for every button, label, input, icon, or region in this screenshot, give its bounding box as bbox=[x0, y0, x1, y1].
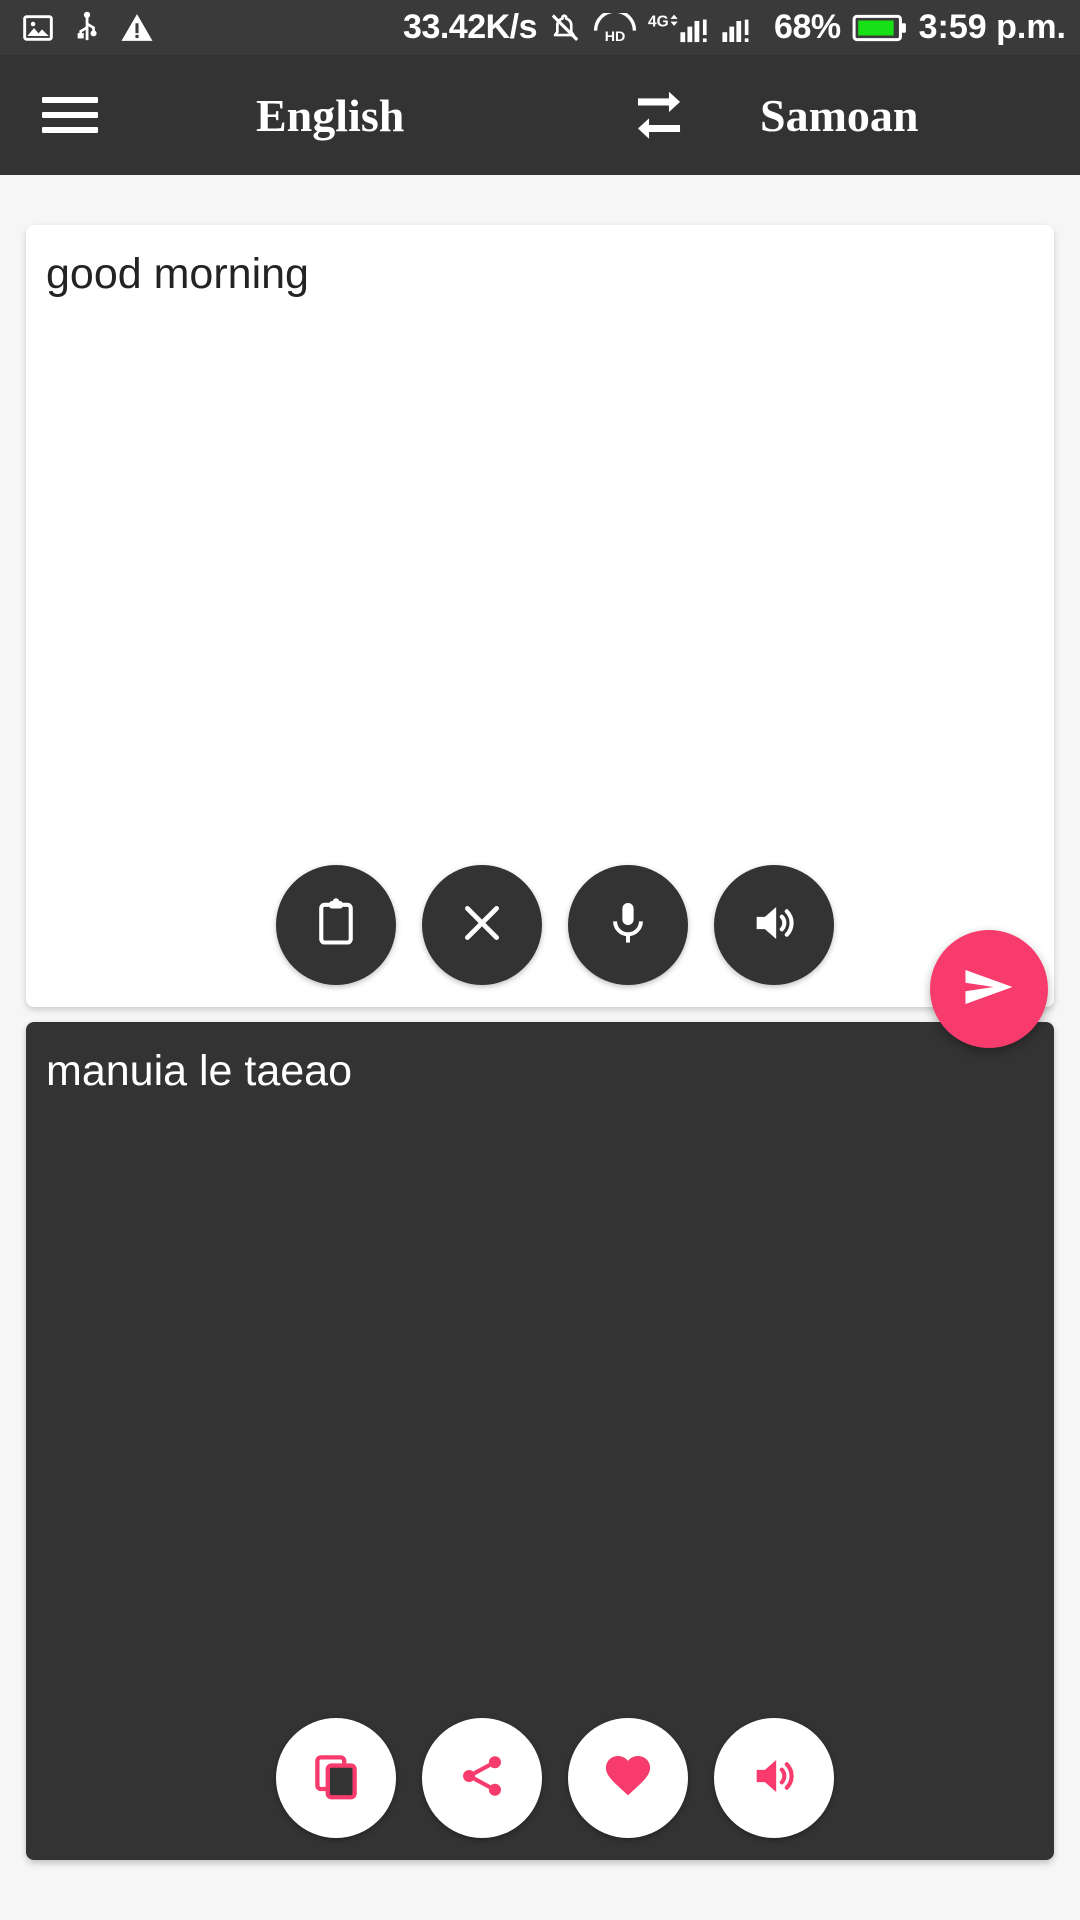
network-type-label: 4G bbox=[648, 13, 669, 30]
result-actions-row bbox=[26, 1718, 1054, 1838]
clear-button[interactable] bbox=[422, 865, 542, 985]
favorite-button[interactable] bbox=[568, 1718, 688, 1838]
translation-stage: good morning manuia le taeao bbox=[0, 175, 1080, 1920]
close-x-icon bbox=[457, 898, 507, 953]
battery-percent: 68% bbox=[774, 8, 841, 46]
source-language-label[interactable]: English bbox=[256, 89, 404, 142]
mute-bell-icon bbox=[548, 11, 582, 45]
source-text-input[interactable]: good morning bbox=[46, 247, 1034, 303]
hd-icon: HD bbox=[593, 12, 637, 43]
swap-languages-icon[interactable] bbox=[616, 77, 702, 153]
status-bar-right: 33.42K/s HD 4G 68% 3:59 p.m. bbox=[403, 8, 1066, 47]
source-text-card: good morning bbox=[26, 225, 1054, 1007]
app-bar: English Samoan bbox=[0, 55, 1080, 175]
battery-icon bbox=[852, 13, 908, 43]
network-speed: 33.42K/s bbox=[403, 8, 538, 46]
microphone-icon bbox=[603, 898, 653, 953]
clipboard-icon bbox=[310, 897, 362, 954]
svg-text:HD: HD bbox=[605, 28, 626, 42]
usb-icon bbox=[72, 11, 102, 45]
copy-icon bbox=[310, 1750, 362, 1807]
status-bar: 33.42K/s HD 4G 68% 3:59 p.m. bbox=[0, 0, 1080, 55]
translated-text-card: manuia le taeao bbox=[26, 1022, 1054, 1860]
speaker-icon bbox=[748, 897, 800, 954]
image-icon bbox=[22, 12, 54, 44]
send-icon bbox=[959, 957, 1019, 1022]
warning-icon bbox=[120, 12, 154, 43]
share-button[interactable] bbox=[422, 1718, 542, 1838]
speak-source-button[interactable] bbox=[714, 865, 834, 985]
clock: 3:59 p.m. bbox=[918, 8, 1066, 46]
translate-send-button[interactable] bbox=[930, 930, 1048, 1048]
status-bar-left-icons bbox=[22, 11, 154, 45]
heart-icon bbox=[601, 1749, 655, 1808]
share-icon bbox=[457, 1751, 507, 1806]
speak-result-button[interactable] bbox=[714, 1718, 834, 1838]
signal-sim1-icon: 4G bbox=[648, 11, 710, 45]
source-actions-row bbox=[26, 865, 1054, 985]
voice-input-button[interactable] bbox=[568, 865, 688, 985]
hamburger-menu-icon[interactable] bbox=[42, 97, 98, 133]
paste-button[interactable] bbox=[276, 865, 396, 985]
target-language-label[interactable]: Samoan bbox=[760, 89, 918, 142]
copy-button[interactable] bbox=[276, 1718, 396, 1838]
speaker-icon bbox=[748, 1750, 800, 1807]
translated-text: manuia le taeao bbox=[46, 1047, 352, 1095]
signal-sim2-icon bbox=[721, 11, 763, 45]
